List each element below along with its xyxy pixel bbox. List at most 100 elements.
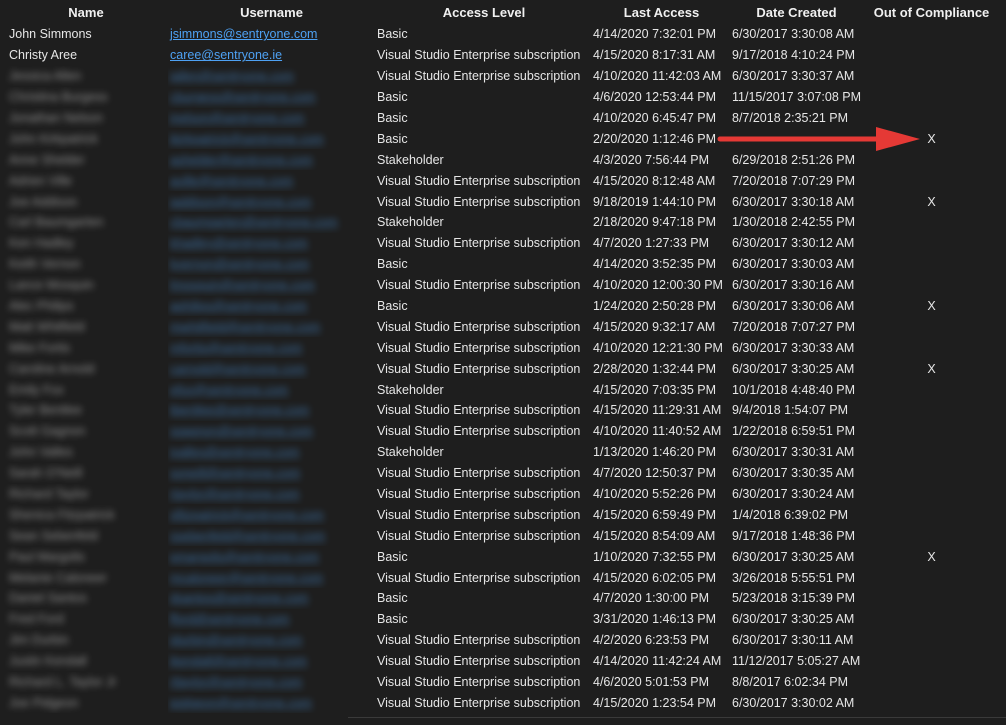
table-row[interactable]: Ken Hadley khadley@sentryone.com Visual St… xyxy=(4,233,1000,254)
email-link[interactable]: jsimmons@sentryone.com xyxy=(170,27,317,41)
email-link[interactable]: khadley@sentryone.com xyxy=(170,236,308,250)
table-row[interactable]: Joe Addison jaddison@sentryone.com Visual … xyxy=(4,191,1000,212)
table-row[interactable]: Mike Fortis mfortis@sentryone.com Visual S… xyxy=(4,337,1000,358)
table-row[interactable]: Joe Pidgeon jpidgeon@sentryone.com Visual … xyxy=(4,693,1000,714)
email-link[interactable]: jvalles@sentryone.com xyxy=(170,445,299,459)
email-link[interactable]: mwhitfield@sentryone.com xyxy=(170,320,320,334)
email-link[interactable]: jaddison@sentryone.com xyxy=(170,195,311,209)
email-link[interactable]: lmosquin@sentryone.com xyxy=(170,278,315,292)
date-created-cell: 3/26/2018 5:55:51 PM xyxy=(730,567,863,588)
out-of-compliance-cell xyxy=(863,233,1000,254)
email-link[interactable]: cburgess@sentryone.com xyxy=(170,90,315,104)
table-row[interactable]: Melanie Caloneer mcaloneer@sentryone.com V… xyxy=(4,567,1000,588)
table-row[interactable]: Anne Shelder ashelder@sentryone.com Stakeh… xyxy=(4,149,1000,170)
last-access-cell-text: 4/10/2020 6:45:47 PM xyxy=(593,111,717,125)
username-cell: jsimmons@sentryone.com xyxy=(168,24,375,45)
red-arrow-icon xyxy=(717,127,920,151)
table-row[interactable]: Shenica Fitzpatrick sfitzpatrick@sentryon… xyxy=(4,504,1000,525)
last-access-cell-text: 4/15/2020 6:59:49 PM xyxy=(593,507,717,522)
email-link[interactable]: carnold@sentryone.com xyxy=(170,362,306,376)
table-row[interactable]: Emily Fox efox@sentryone.com Stakeholder 4/… xyxy=(4,379,1000,400)
table-row[interactable]: Keith Vernon kvernon@sentryone.com Basic 4/… xyxy=(4,254,1000,275)
name-cell: Paul Margolis xyxy=(4,546,168,567)
table-row[interactable]: Fred Ford fford@sentryone.com Basic 3/31/20… xyxy=(4,609,1000,630)
column-header-out-of-compliance[interactable]: Out of Compliance xyxy=(863,0,1000,24)
name-cell-text: Justin Kendall xyxy=(9,654,87,669)
name-cell: Sarah O'Neill xyxy=(4,463,168,484)
email-link[interactable]: jnelson@sentryone.com xyxy=(170,111,304,125)
last-access-cell: 4/15/2020 6:59:49 PM xyxy=(593,504,730,525)
table-row[interactable]: Paul Margolis pmargolis@sentryone.com Basi… xyxy=(4,546,1000,567)
username-cell: jnelson@sentryone.com xyxy=(168,108,375,129)
date-created-cell-text: 6/30/2017 3:30:08 AM xyxy=(732,27,855,42)
access-level-cell: Visual Studio Enterprise subscription xyxy=(375,630,593,651)
email-link[interactable]: jkendall@sentryone.com xyxy=(170,654,307,668)
email-link[interactable]: aville@sentryone.com xyxy=(170,174,293,188)
last-access-cell-text: 1/24/2020 2:50:28 PM xyxy=(593,299,717,314)
column-header-last-access[interactable]: Last Access xyxy=(593,0,730,24)
table-row[interactable]: Alec Philips aphilips@sentryone.com Basic 1… xyxy=(4,296,1000,317)
date-created-cell-text: 6/30/2017 3:30:02 AM xyxy=(732,695,855,710)
email-link[interactable]: pmargolis@sentryone.com xyxy=(170,550,319,564)
table-row[interactable]: Sarah O'Neill soneill@sentryone.com Visual… xyxy=(4,463,1000,484)
column-header-name[interactable]: Name xyxy=(4,0,168,24)
table-row[interactable]: Jim Durbin jdurbin@sentryone.com Visual St… xyxy=(4,630,1000,651)
table-row[interactable]: John Simmons jsimmons@sentryone.com Basic 4… xyxy=(4,24,1000,45)
email-link[interactable]: efox@sentryone.com xyxy=(170,383,288,397)
table-row[interactable]: Lance Mosquin lmosquin@sentryone.com Visua… xyxy=(4,275,1000,296)
email-link[interactable]: sfitzpatrick@sentryone.com xyxy=(170,508,324,522)
date-created-cell: 11/15/2017 3:07:08 PM xyxy=(730,87,863,108)
out-of-compliance-cell xyxy=(863,316,1000,337)
email-link[interactable]: rtaylor@sentryone.com xyxy=(170,487,299,501)
name-cell-text: Richard L. Taylor Jr xyxy=(9,675,117,690)
email-link[interactable]: sgagnon@sentryone.com xyxy=(170,424,313,438)
table-row[interactable]: Caroline Arnold carnold@sentryone.com Visu… xyxy=(4,358,1000,379)
email-link[interactable]: rltaylor@sentryone.com xyxy=(170,675,302,689)
name-cell: Shenica Fitzpatrick xyxy=(4,504,168,525)
name-cell-text: Jonathan Nelson xyxy=(9,111,103,125)
last-access-cell-text: 4/10/2020 5:52:26 PM xyxy=(593,487,717,502)
table-row[interactable]: Carl Baumgarten cbaumgarten@sentryone.com… xyxy=(4,212,1000,233)
table-row[interactable]: Tyler Bentlee tbentlee@sentryone.com Visua… xyxy=(4,400,1000,421)
table-row[interactable]: Justin Kendall jkendall@sentryone.com Visu… xyxy=(4,651,1000,672)
email-link[interactable]: mcaloneer@sentryone.com xyxy=(170,571,323,585)
date-created-cell: 6/30/2017 3:30:18 AM xyxy=(730,191,863,212)
date-created-cell-text: 6/30/2017 3:30:06 AM xyxy=(732,299,855,314)
email-link[interactable]: mfortis@sentryone.com xyxy=(170,341,302,355)
email-link[interactable]: ssebenfeld@sentryone.com xyxy=(170,529,325,543)
email-link[interactable]: jallen@sentryone.com xyxy=(170,69,294,83)
column-header-date-created[interactable]: Date Created xyxy=(730,0,863,24)
email-link[interactable]: dsantos@sentryone.com xyxy=(170,591,308,605)
table-row[interactable]: Adrien Ville aville@sentryone.com Visual S… xyxy=(4,170,1000,191)
date-created-cell: 6/30/2017 3:30:12 AM xyxy=(730,233,863,254)
access-level-cell-text: Visual Studio Enterprise subscription xyxy=(377,528,581,543)
table-row[interactable]: John Valles jvalles@sentryone.com Stakehol… xyxy=(4,442,1000,463)
email-link[interactable]: aphilips@sentryone.com xyxy=(170,299,307,313)
email-link[interactable]: soneill@sentryone.com xyxy=(170,466,300,480)
table-row[interactable]: Richard Taylor rtaylor@sentryone.com Visua… xyxy=(4,484,1000,505)
table-row[interactable]: Matt Whitfield mwhitfield@sentryone.com Vi… xyxy=(4,316,1000,337)
table-row[interactable]: Scott Gagnon sgagnon@sentryone.com Visual … xyxy=(4,421,1000,442)
table-row[interactable]: Sean Sebenfeld ssebenfeld@sentryone.com Vi… xyxy=(4,525,1000,546)
email-link[interactable]: kvernon@sentryone.com xyxy=(170,257,309,271)
email-link[interactable]: fford@sentryone.com xyxy=(170,612,289,626)
date-created-cell: 9/17/2018 4:10:24 PM xyxy=(730,45,863,66)
table-row[interactable]: Jessica Allen jallen@sentryone.com Visual … xyxy=(4,66,1000,87)
column-header-access-level[interactable]: Access Level xyxy=(375,0,593,24)
last-access-cell: 4/10/2020 11:42:03 AM xyxy=(593,66,730,87)
table-row[interactable]: Christy Aree caree@sentryone.ie Visual Stu… xyxy=(4,45,1000,66)
table-row[interactable]: Daniel Santos dsantos@sentryone.com Basic 4… xyxy=(4,588,1000,609)
date-created-cell-text: 6/30/2017 3:30:37 AM xyxy=(732,69,855,84)
table-row[interactable]: Richard L. Taylor Jr rltaylor@sentryone.c… xyxy=(4,672,1000,693)
access-level-cell-text: Visual Studio Enterprise subscription xyxy=(377,570,581,585)
email-link[interactable]: jpidgeon@sentryone.com xyxy=(170,696,312,710)
email-link[interactable]: tbentlee@sentryone.com xyxy=(170,403,309,417)
email-link[interactable]: caree@sentryone.ie xyxy=(170,48,282,62)
email-link[interactable]: ashelder@sentryone.com xyxy=(170,153,313,167)
date-created-cell: 9/4/2018 1:54:07 PM xyxy=(730,400,863,421)
email-link[interactable]: jkirkpatrick@sentryone.com xyxy=(170,132,324,146)
table-row[interactable]: Christina Burgess cburgess@sentryone.com B… xyxy=(4,87,1000,108)
column-header-username[interactable]: Username xyxy=(168,0,375,24)
email-link[interactable]: jdurbin@sentryone.com xyxy=(170,633,302,647)
email-link[interactable]: cbaumgarten@sentryone.com xyxy=(170,215,338,229)
